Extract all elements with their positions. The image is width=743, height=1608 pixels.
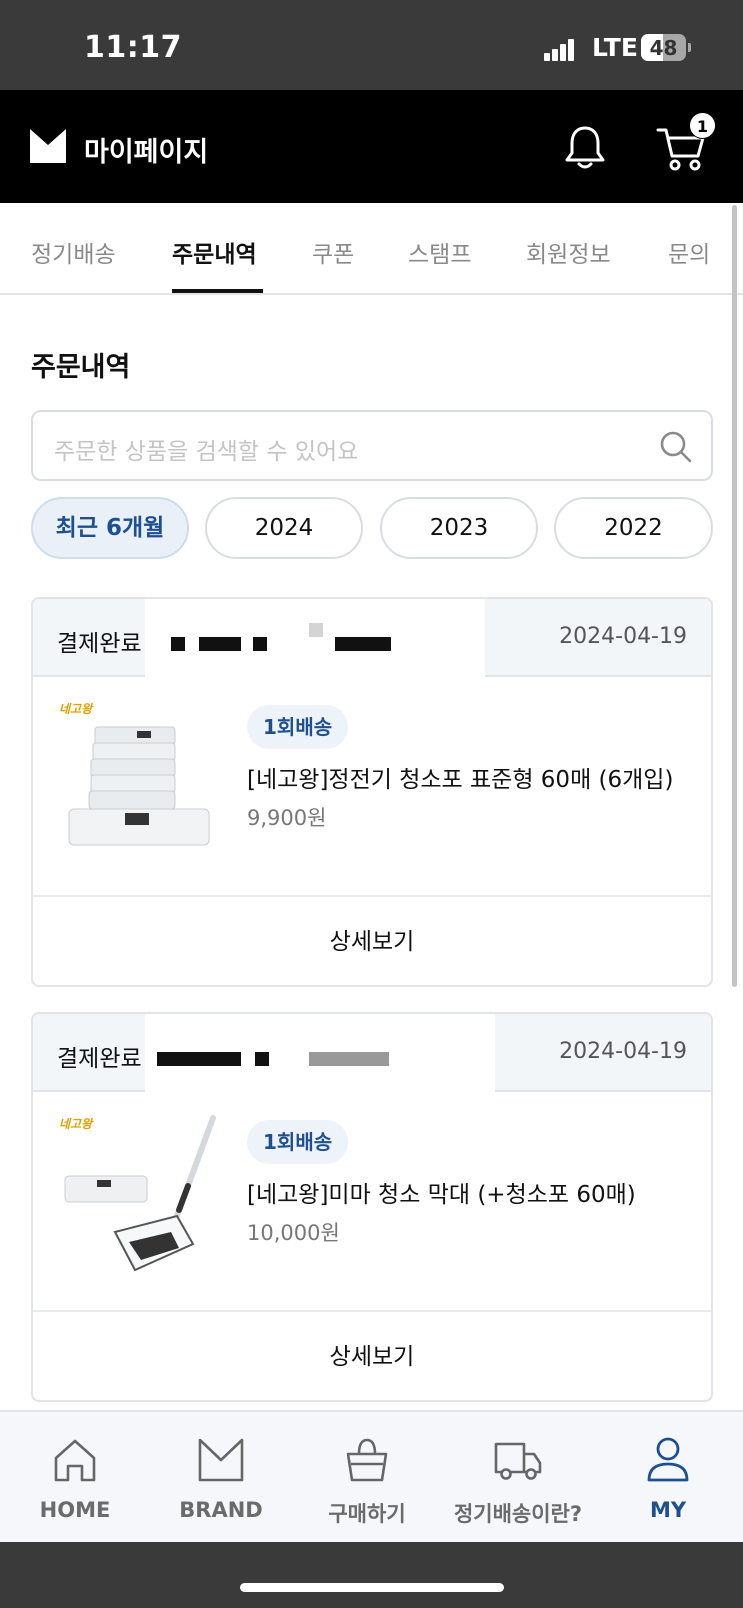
nav-label: BRAND <box>179 1498 263 1522</box>
battery-tip <box>688 43 691 52</box>
section-title: 주문내역 <box>31 352 131 383</box>
product-price: 10,000원 <box>247 1221 340 1245</box>
scrollbar[interactable] <box>732 205 737 987</box>
order-card: 결제완료 2024-04-19 네고왕 1회배송 [네고왕]정전기 청소포 표준… <box>31 597 713 987</box>
order-date: 2024-04-19 <box>559 1039 687 1064</box>
nav-shop[interactable]: 구매하기 <box>292 1412 442 1544</box>
order-status: 결제완료 <box>57 631 142 657</box>
redacted-order-number <box>255 1052 269 1066</box>
home-icon <box>54 1439 96 1482</box>
nav-home[interactable]: HOME <box>0 1412 150 1544</box>
status-bar: 11:17 LTE 48 <box>0 0 743 90</box>
redacted-order-number <box>253 637 267 651</box>
active-tab-indicator <box>172 289 263 293</box>
logo-icon[interactable] <box>30 129 66 163</box>
search-placeholder: 주문한 상품을 검색할 수 있어요 <box>54 439 359 465</box>
product-image-wipes[interactable]: 네고왕 <box>55 699 225 859</box>
order-detail-button[interactable]: 상세보기 <box>33 897 711 985</box>
delivery-badge: 1회배송 <box>247 705 349 749</box>
redacted-area <box>145 599 485 683</box>
order-search-input[interactable]: 주문한 상품을 검색할 수 있어요 <box>31 410 713 481</box>
nav-brand[interactable]: BRAND <box>146 1412 296 1544</box>
order-card: 결제완료 2024-04-19 네고왕 1회배송 [네고왕]미마 청소 막대 (… <box>31 1012 713 1402</box>
tab-member-info[interactable]: 회원정보 <box>526 235 611 269</box>
nav-my[interactable]: MY <box>593 1412 743 1544</box>
bell-icon[interactable] <box>563 125 607 171</box>
search-icon[interactable] <box>659 430 693 464</box>
bottom-nav: HOME BRAND 구매하기 정기배송이란? MY <box>0 1410 743 1542</box>
my-page-tabs: 정기배송 주문내역 쿠폰 스탬프 회원정보 문의 <box>0 203 743 295</box>
nav-label: HOME <box>39 1498 111 1522</box>
product-image-mop[interactable]: 네고왕 <box>55 1114 225 1274</box>
order-header: 결제완료 2024-04-19 <box>33 1014 711 1098</box>
system-home-area <box>0 1542 743 1608</box>
delivery-truck-icon <box>494 1442 542 1480</box>
redacted-order-number <box>309 623 323 637</box>
order-date: 2024-04-19 <box>559 624 687 649</box>
signal-icon <box>544 37 576 61</box>
redacted-order-number <box>157 1052 241 1066</box>
battery-level: 48 <box>649 36 678 60</box>
nav-label: MY <box>649 1498 687 1522</box>
brand-icon <box>198 1438 244 1482</box>
status-time: 11:17 <box>84 30 182 65</box>
redacted-order-number <box>335 637 391 651</box>
redacted-order-number <box>199 637 241 651</box>
user-icon <box>647 1437 689 1482</box>
filter-2024[interactable]: 2024 <box>205 497 363 559</box>
app-header: 마이페이지 1 <box>0 90 743 203</box>
cart-count-badge: 1 <box>689 112 716 139</box>
nav-label: 구매하기 <box>328 1502 406 1526</box>
order-header: 결제완료 2024-04-19 <box>33 599 711 683</box>
order-status: 결제완료 <box>57 1046 142 1072</box>
filter-2023[interactable]: 2023 <box>380 497 538 559</box>
product-name[interactable]: [네고왕]정전기 청소포 표준형 60매 (6개입) <box>247 760 673 794</box>
filter-recent-6-months[interactable]: 최근 6개월 <box>31 497 189 559</box>
redacted-order-number <box>171 637 185 651</box>
order-detail-button[interactable]: 상세보기 <box>33 1312 711 1400</box>
svg-text:네고왕: 네고왕 <box>59 702 94 716</box>
nav-subscription-info[interactable]: 정기배송이란? <box>443 1412 593 1544</box>
page-title: 마이페이지 <box>84 137 209 168</box>
network-label: LTE <box>592 33 638 62</box>
svg-text:네고왕: 네고왕 <box>59 1117 94 1131</box>
battery-icon: 48 <box>641 34 686 61</box>
filter-2022[interactable]: 2022 <box>554 497 713 559</box>
product-price: 9,900원 <box>247 806 327 830</box>
tab-orders[interactable]: 주문내역 <box>172 235 257 269</box>
tab-subscription[interactable]: 정기배송 <box>31 235 116 269</box>
product-name[interactable]: [네고왕]미마 청소 막대 (+청소포 60매) <box>247 1175 636 1209</box>
shopping-bag-icon <box>346 1438 388 1482</box>
tab-inquiry[interactable]: 문의 <box>668 235 710 269</box>
redacted-order-number <box>309 1052 389 1066</box>
tab-coupons[interactable]: 쿠폰 <box>312 235 354 269</box>
nav-label: 정기배송이란? <box>453 1502 583 1526</box>
delivery-badge: 1회배송 <box>247 1120 349 1164</box>
home-indicator[interactable] <box>240 1583 504 1592</box>
tab-stamps[interactable]: 스탬프 <box>408 235 471 269</box>
